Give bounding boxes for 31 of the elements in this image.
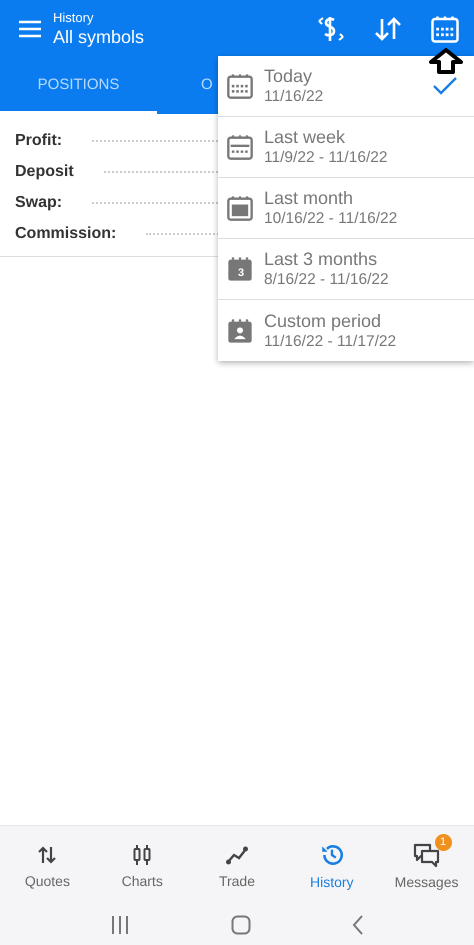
menu-item[interactable]: 3 Last 3 months 8/16/22 - 11/16/22 — [218, 239, 474, 300]
calendar-icon — [226, 72, 256, 100]
calendar-icon — [226, 194, 256, 222]
screen-title: All symbols — [53, 26, 144, 48]
nav-tab[interactable]: Trade — [190, 826, 284, 905]
tab[interactable]: POSITIONS — [0, 58, 157, 114]
screen-subtitle: History — [53, 10, 94, 26]
back-icon[interactable] — [352, 915, 364, 935]
calendar-icon[interactable] — [430, 14, 460, 44]
menu-item[interactable]: Last week 11/9/22 - 11/16/22 — [218, 117, 474, 178]
summary-label: Commission: — [15, 224, 116, 244]
tab[interactable]: O — [157, 58, 213, 114]
menu-icon[interactable] — [19, 20, 41, 38]
up-arrow-icon — [428, 48, 464, 74]
menu-item[interactable]: Today 11/16/22 — [218, 56, 474, 117]
menu-item[interactable]: Last month 10/16/22 - 11/16/22 — [218, 178, 474, 239]
home-icon[interactable] — [230, 915, 251, 935]
menu-item[interactable]: Custom period 11/16/22 - 11/17/22 — [218, 300, 474, 361]
nav-tab[interactable]: Quotes — [0, 826, 95, 905]
summary-label: Profit: — [15, 131, 62, 151]
check-icon — [432, 76, 458, 96]
notification-badge: 1 — [434, 834, 452, 850]
calendar-icon — [226, 133, 256, 161]
summary-label: Swap: — [15, 193, 62, 213]
recent-apps-icon[interactable] — [110, 916, 130, 934]
nav-tab[interactable]: History — [284, 826, 380, 905]
summary-label: Deposit — [15, 162, 74, 182]
nav-tab[interactable]: Charts — [94, 826, 190, 905]
sort-icon[interactable] — [374, 16, 402, 42]
nav-tab[interactable]: 1 Messages — [379, 826, 474, 905]
dollar-exchange-icon[interactable] — [316, 15, 346, 43]
